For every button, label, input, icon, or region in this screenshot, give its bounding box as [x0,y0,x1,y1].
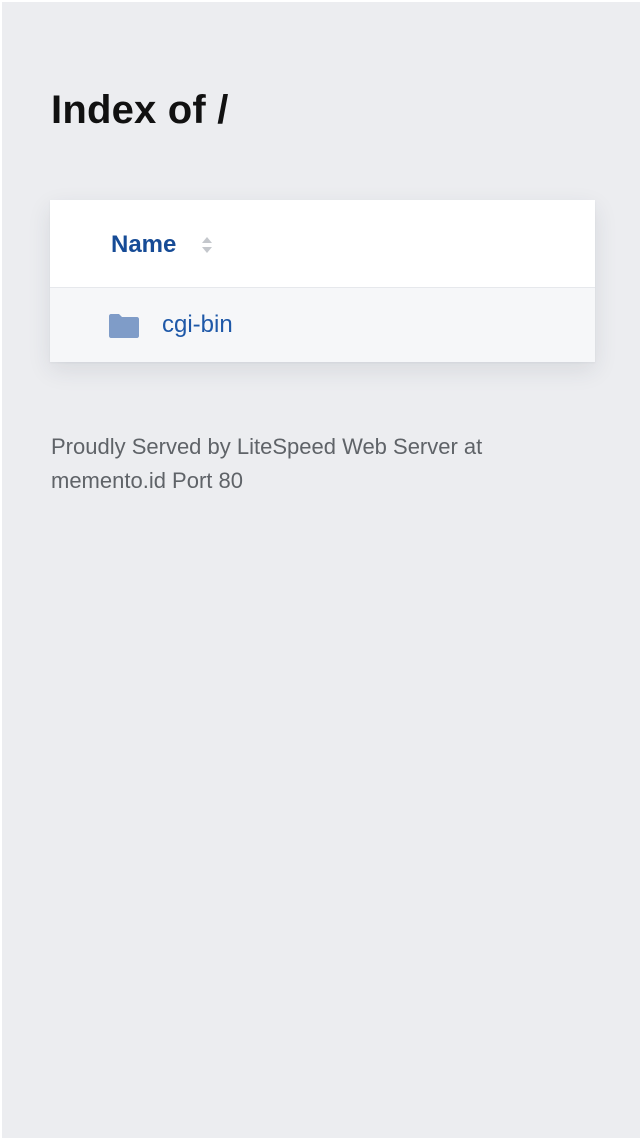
page-title: Index of / [51,88,229,132]
table-header: Name [50,200,595,288]
sort-by-name-header[interactable]: Name [111,228,214,262]
name-column-label[interactable]: Name [111,231,176,259]
table-row[interactable]: cgi-bin [50,288,595,362]
server-footer-line-2: memento.id Port 80 [51,468,243,493]
sort-up-down-icon[interactable] [200,235,214,255]
folder-icon [109,314,139,338]
directory-listing-table: Name cgi-bin [50,200,595,362]
server-footer-line-1: Proudly Served by LiteSpeed Web Server a… [51,434,483,459]
cgi-bin-link[interactable]: cgi-bin [162,308,233,342]
page-background: Index of / Name cgi-bin Proudly Served b… [2,2,640,1138]
server-footer: Proudly Served by LiteSpeed Web Server a… [51,430,571,498]
